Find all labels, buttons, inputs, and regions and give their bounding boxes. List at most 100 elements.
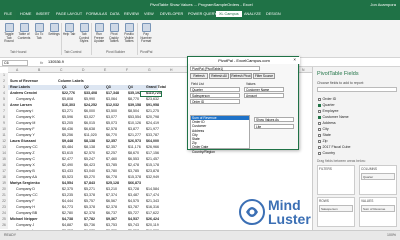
value-cell[interactable]: $8,138 (84, 139, 95, 143)
value-cell[interactable]: $15,378 (128, 175, 141, 179)
value-cell[interactable]: $5,256 (62, 133, 73, 137)
value-cell[interactable]: $6,015 (84, 121, 95, 125)
value-cell[interactable]: $9,448 (62, 139, 73, 143)
field-combo-2[interactable]: Salesperson (190, 93, 240, 98)
value-cell[interactable]: $2,375 (62, 187, 73, 191)
field-checkbox-item[interactable]: State (318, 133, 331, 137)
value-field-combo-2[interactable]: Amount (244, 93, 284, 98)
value-cell[interactable]: $2,257 (106, 151, 117, 155)
value-cell[interactable]: $4,773 (62, 205, 73, 209)
tab-home[interactable]: HOME (20, 12, 31, 16)
field-checkbox-item[interactable]: Address (318, 121, 336, 125)
value-cell[interactable]: $7,460 (106, 157, 117, 161)
value-cell[interactable]: $3,780 (106, 169, 117, 173)
value-cell[interactable]: $4,554 (62, 181, 73, 185)
header-cell[interactable]: Q3 (106, 85, 111, 89)
value-cell[interactable]: $3,064 (106, 97, 117, 101)
value-cell[interactable]: $3,787 (128, 205, 139, 209)
value-cell[interactable]: $3,785 (128, 169, 139, 173)
tab-power-query[interactable]: POWER QUERY (188, 12, 217, 16)
value-cell[interactable]: $23,878 (146, 169, 159, 173)
row-label[interactable]: Company CC (16, 145, 38, 149)
row-label[interactable]: Company AA (16, 175, 37, 179)
checkbox-icon[interactable] (318, 103, 321, 107)
tab-developer[interactable]: DEVELOPER (160, 12, 183, 16)
row-label[interactable]: Company I (16, 109, 33, 113)
value-cell[interactable]: $5,484 (62, 145, 73, 149)
value-cell[interactable]: $6,638 (84, 127, 95, 131)
value-cell[interactable]: $2,578 (106, 127, 117, 131)
value-cell[interactable]: $33,787 (146, 133, 159, 137)
user-name[interactable]: Jon Acampora (370, 2, 396, 7)
value-cell[interactable]: $53,554 (128, 115, 141, 119)
value-cell[interactable]: $2,570 (84, 151, 95, 155)
row-header[interactable]: 26 (0, 223, 8, 229)
value-cell[interactable]: $12,032 (106, 103, 119, 107)
value-cell[interactable]: $21,343 (146, 199, 159, 203)
value-cell[interactable]: $14,584 (146, 187, 159, 191)
value-cell[interactable]: $22,776 (62, 91, 75, 95)
checkbox-icon[interactable] (318, 151, 321, 155)
position-visible-button[interactable]: Positio Visible Tables (122, 23, 136, 44)
fx-icon[interactable]: fx (40, 60, 43, 65)
value-cell[interactable]: $25,128 (106, 181, 119, 185)
column-header[interactable]: F (126, 68, 128, 72)
value-cell[interactable]: $32,949 (146, 175, 159, 179)
run-freeze-button[interactable]: Run Freeze Update (92, 23, 106, 44)
value-cell[interactable]: $17,348 (106, 91, 119, 95)
value-cell[interactable]: $5,990 (84, 97, 95, 101)
value-cell[interactable]: $5,247 (84, 157, 95, 161)
area-field-chip[interactable]: Quarter (361, 173, 395, 180)
value-cell[interactable]: $5,073 (106, 121, 117, 125)
row-label[interactable]: Company B (16, 169, 35, 173)
value-cell[interactable]: $8,138 (84, 145, 95, 149)
value-cell[interactable]: $64,000 (146, 139, 159, 143)
close-icon[interactable]: × (293, 57, 296, 62)
value-cell[interactable]: $21,977 (146, 127, 159, 131)
value-cell[interactable]: $5,596 (62, 115, 73, 119)
pivot-selector[interactable]: PivotPal (PivotTable1) (190, 66, 260, 71)
value-cell[interactable]: $39,158 (128, 103, 141, 107)
row-label[interactable]: Company H (16, 205, 35, 209)
value-cell[interactable]: $2,478 (128, 163, 139, 167)
value-field-combo-1[interactable]: Customer Name (244, 87, 284, 92)
row-label[interactable]: Company X (16, 163, 35, 167)
formula-input[interactable]: 130536.9 (48, 60, 64, 64)
value-cell[interactable]: $16,303 (62, 103, 75, 107)
row-label[interactable]: Company F (16, 127, 35, 131)
header-cell[interactable]: Q4 (128, 85, 133, 89)
value-cell[interactable]: $3,271 (62, 109, 73, 113)
row-label[interactable]: Anne Larsen (10, 103, 32, 107)
checkbox-icon[interactable] (318, 97, 321, 101)
tab-view[interactable]: VIEW (144, 12, 154, 16)
value-cell[interactable]: $7,374 (106, 193, 117, 197)
value-cell[interactable]: $5,523 (62, 175, 73, 179)
value-cell[interactable]: $3,027 (84, 115, 95, 119)
row-label[interactable]: Andrew Cencini (10, 91, 37, 95)
field-checkbox-item[interactable]: 2017 Fiscal Cube (318, 145, 350, 149)
row-label[interactable]: Michael Neipper (10, 217, 38, 221)
value-cell[interactable]: $2,357 (106, 145, 117, 149)
row-label[interactable]: Company M (16, 121, 35, 125)
column-header[interactable]: A (16, 68, 18, 72)
value-cell[interactable]: $7,782 (84, 217, 95, 221)
row-label[interactable]: Company C (16, 157, 35, 161)
field-checkbox-item[interactable]: Order ID (318, 97, 336, 101)
value-cell[interactable]: $91,958 (146, 103, 159, 107)
column-header[interactable]: G (148, 68, 151, 72)
tab-control-styles-button[interactable]: Tab Control Styles (77, 23, 91, 44)
value-cell[interactable]: $3,040 (84, 169, 95, 173)
value-cell[interactable]: $6,423 (84, 163, 95, 167)
header-cell[interactable]: Row Labels (10, 85, 30, 89)
value-cell[interactable]: $2,378 (106, 205, 117, 209)
value-cell[interactable]: $2,490 (62, 163, 73, 167)
value-cell[interactable]: $4,575 (128, 199, 139, 203)
value-cell[interactable]: $24,252 (84, 103, 97, 107)
checkbox-icon[interactable] (318, 109, 321, 113)
listbox-item[interactable]: Country/Region (191, 150, 249, 154)
settings-button[interactable]: Settings (47, 23, 61, 37)
value-cell[interactable]: $11,020 (84, 133, 97, 137)
value-cell[interactable]: $17,474 (146, 193, 159, 197)
column-header[interactable]: B (38, 68, 40, 72)
name-box[interactable]: C6 (2, 60, 28, 66)
